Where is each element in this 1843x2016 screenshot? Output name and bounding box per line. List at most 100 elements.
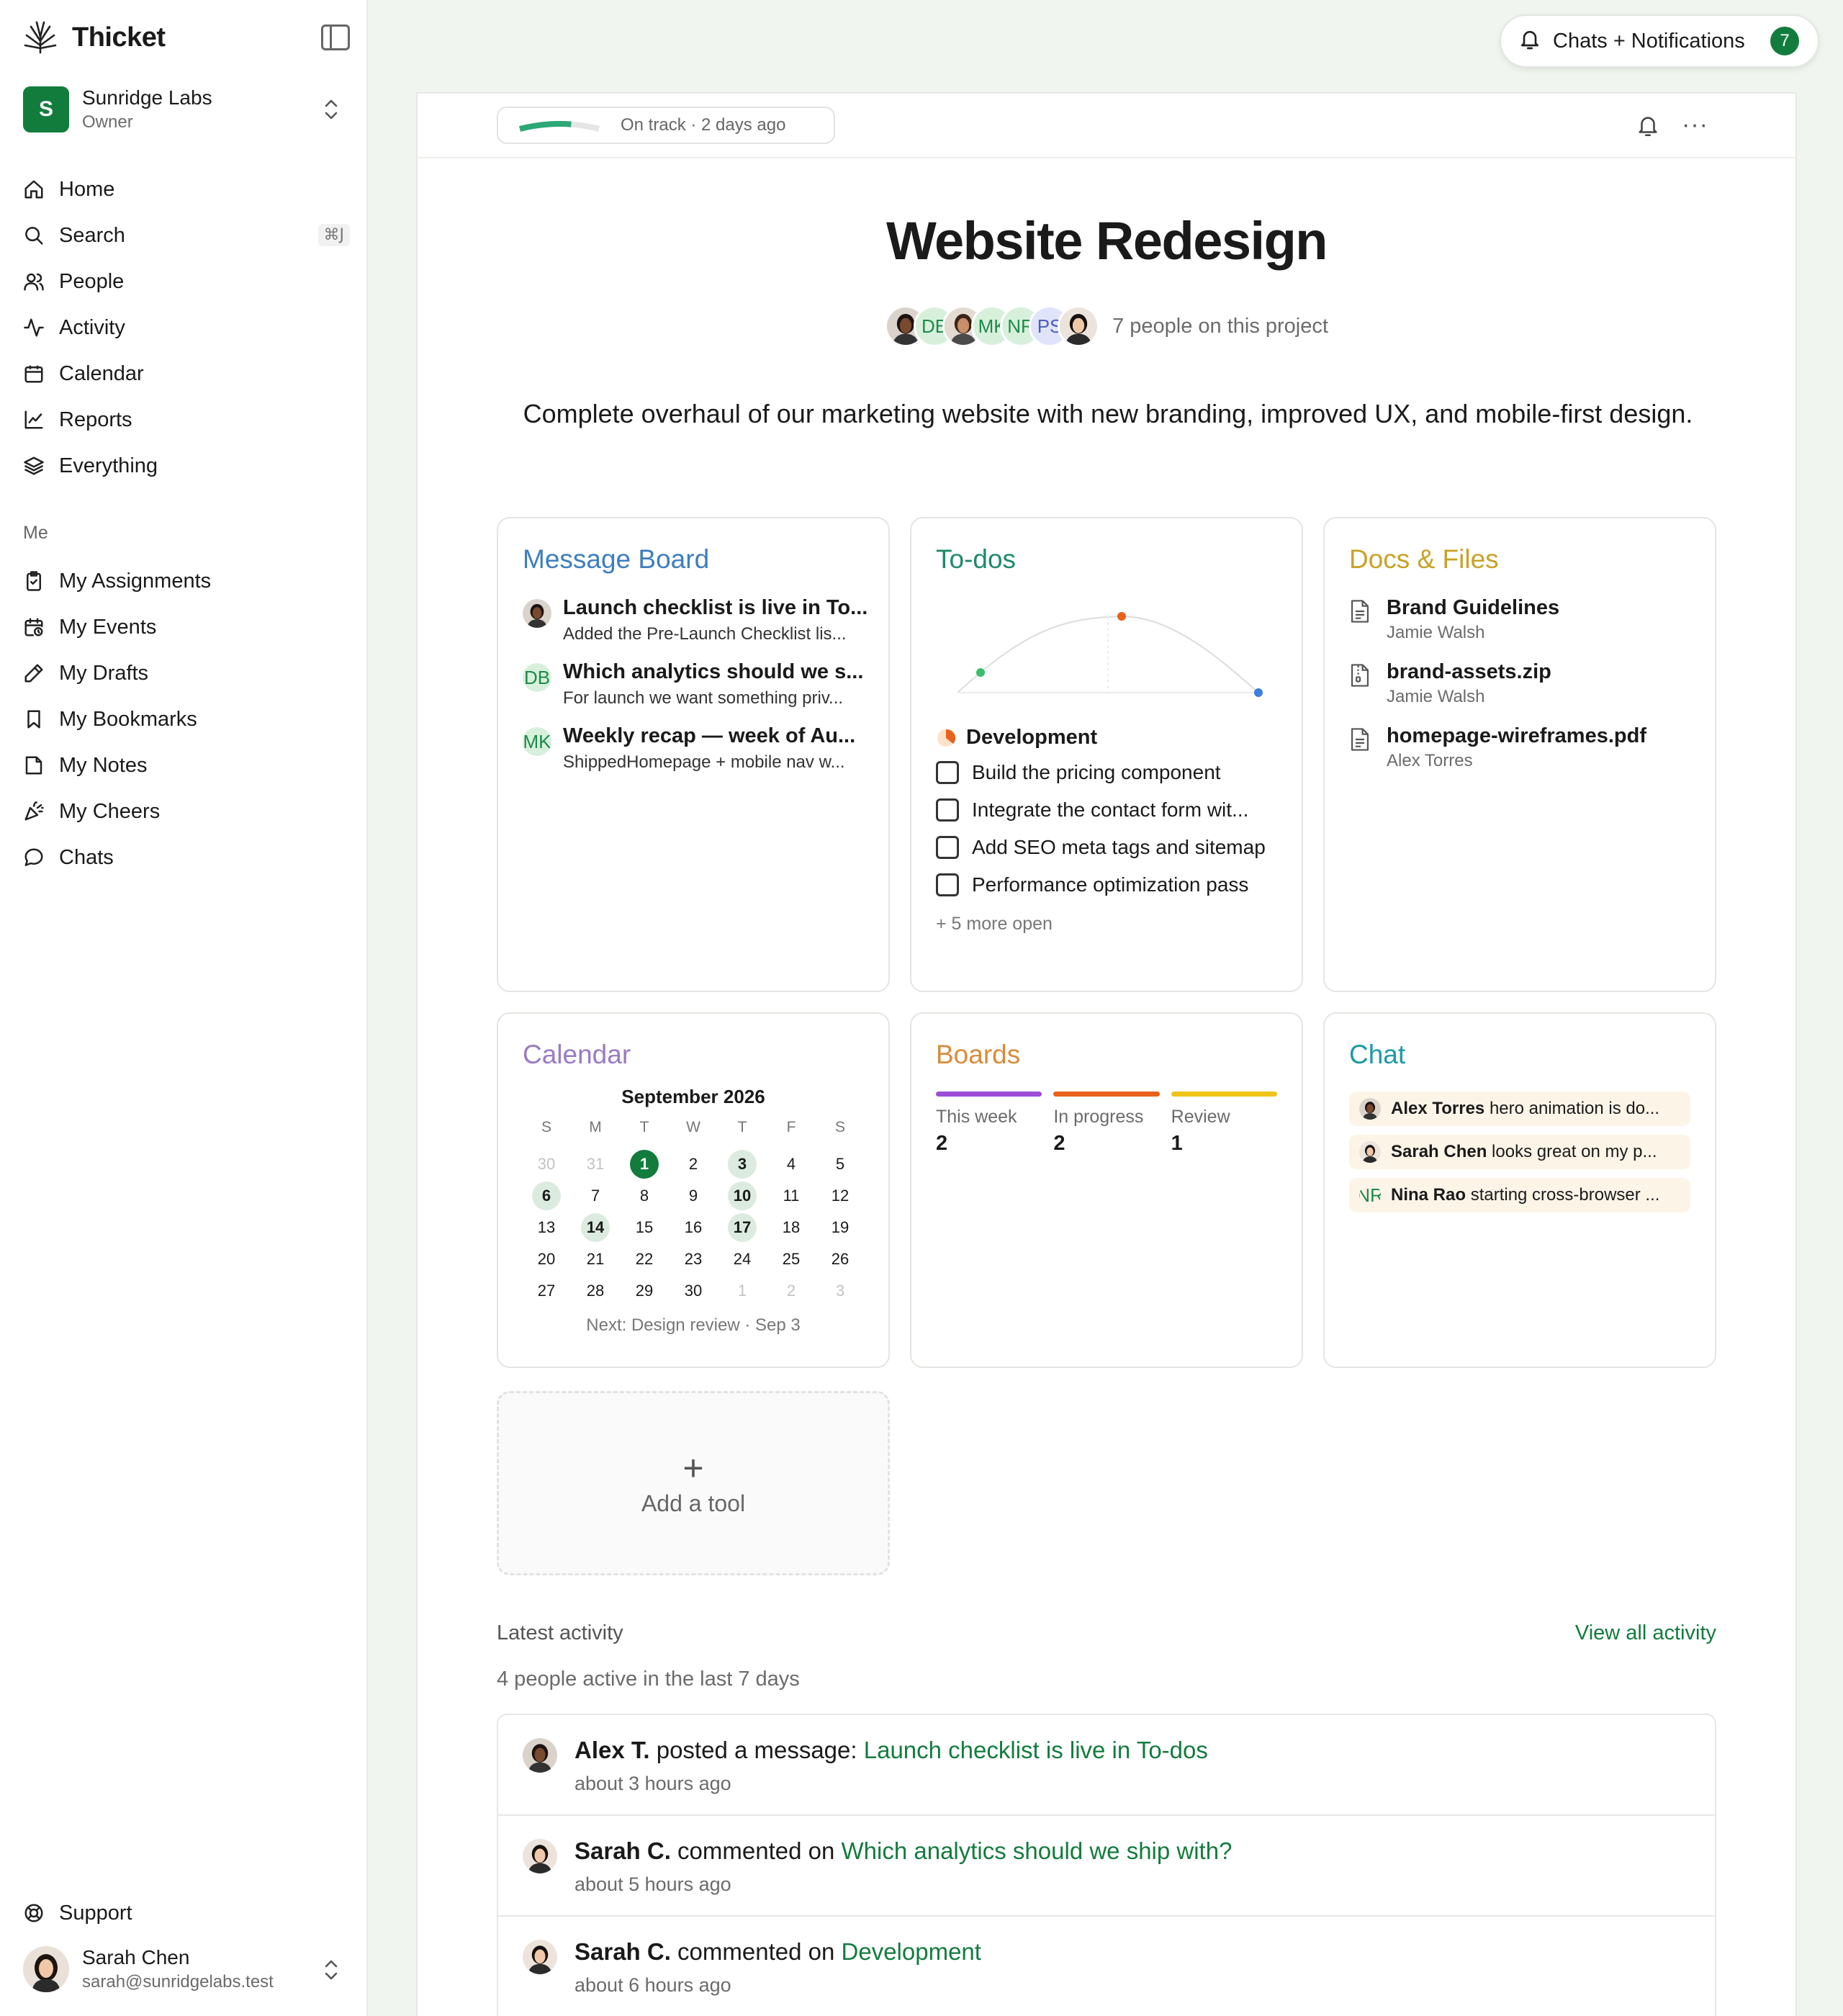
board-column[interactable]: In progress 2: [1053, 1092, 1160, 1156]
calendar-day[interactable]: 28: [571, 1275, 620, 1307]
todo-checkbox[interactable]: [936, 798, 959, 822]
nav-my-cheers[interactable]: My Cheers: [22, 788, 353, 834]
project-bell-icon[interactable]: [1636, 114, 1660, 142]
calendar-day[interactable]: 7: [571, 1180, 620, 1212]
calendar-day[interactable]: 30: [522, 1148, 571, 1180]
nav-my-bookmarks[interactable]: My Bookmarks: [22, 696, 353, 742]
board-column[interactable]: Review 1: [1171, 1092, 1277, 1156]
activity-target-link[interactable]: Which analytics should we ship with?: [842, 1837, 1233, 1864]
calendar-day[interactable]: 9: [669, 1180, 718, 1212]
calendar-day[interactable]: 24: [718, 1243, 767, 1275]
thicket-logo-icon: [22, 19, 59, 56]
nav-my-events[interactable]: My Events: [22, 604, 353, 650]
calendar-day[interactable]: 25: [767, 1243, 816, 1275]
activity-action: posted a message:: [649, 1737, 864, 1763]
org-switcher[interactable]: S Sunridge Labs Owner: [23, 86, 347, 132]
nav-everything[interactable]: Everything: [22, 443, 353, 489]
calendar-day[interactable]: 20: [522, 1243, 571, 1275]
nav-my-assignments[interactable]: My Assignments: [22, 558, 353, 604]
calendar-day[interactable]: 17: [718, 1212, 767, 1243]
calendar-day[interactable]: 16: [669, 1212, 718, 1243]
calendar-day[interactable]: 14: [571, 1212, 620, 1243]
tool-message-board[interactable]: Message Board Launch checklist is live i…: [497, 517, 890, 992]
calendar-day[interactable]: 2: [767, 1275, 816, 1307]
file-item[interactable]: brand-assets.zip Jamie Walsh: [1349, 660, 1690, 707]
calendar-day[interactable]: 29: [620, 1275, 669, 1307]
tool-title: Message Board: [523, 544, 710, 574]
nav-chats[interactable]: Chats: [22, 834, 353, 881]
nav-people[interactable]: People: [22, 258, 353, 305]
progress-pie-icon: [937, 729, 956, 747]
calendar-day[interactable]: 4: [767, 1148, 816, 1180]
calendar-day[interactable]: 13: [522, 1212, 571, 1243]
status-pill[interactable]: On track · 2 days ago: [497, 107, 835, 144]
calendar-day[interactable]: 12: [816, 1180, 865, 1212]
calendar-day[interactable]: 21: [571, 1243, 620, 1275]
calendar-day[interactable]: 19: [816, 1212, 865, 1243]
calendar-day[interactable]: 23: [669, 1243, 718, 1275]
board-column[interactable]: This week 2: [936, 1092, 1042, 1156]
list-item[interactable]: Launch checklist is live in To... Added t…: [523, 596, 868, 644]
chats-notifications-button[interactable]: Chats + Notifications 7: [1500, 14, 1819, 68]
tool-todos[interactable]: To-dos Development Build the pricing com…: [910, 517, 1303, 992]
hill-dot[interactable]: [1254, 688, 1263, 697]
chat-message[interactable]: Sarah Chen looks great on my p...: [1349, 1135, 1690, 1169]
activity-target-link[interactable]: Development: [842, 1938, 981, 1965]
nav-home[interactable]: Home: [22, 166, 353, 212]
calendar-day[interactable]: 5: [816, 1148, 865, 1180]
activity-row[interactable]: Sarah C. commented on Development about 6…: [498, 1917, 1715, 2016]
todo-checkbox[interactable]: [936, 873, 959, 896]
hill-dot[interactable]: [976, 668, 985, 677]
tool-docs-files[interactable]: Docs & Files Brand Guidelines Jamie Walsh…: [1323, 517, 1716, 992]
nav-calendar[interactable]: Calendar: [22, 351, 353, 397]
calendar-day[interactable]: 10: [718, 1180, 767, 1212]
hill-dot[interactable]: [1117, 612, 1126, 621]
calendar-day[interactable]: 1: [620, 1148, 669, 1180]
calendar-day[interactable]: 15: [620, 1212, 669, 1243]
project-people[interactable]: DB MK NR PS 7 people on this project: [418, 305, 1795, 347]
activity-row[interactable]: Sarah C. commented on Which analytics sh…: [498, 1816, 1715, 1917]
activity-target-link[interactable]: Launch checklist is live in To-dos: [864, 1737, 1208, 1763]
more-options-icon[interactable]: ···: [1682, 112, 1708, 137]
file-item[interactable]: Brand Guidelines Jamie Walsh: [1349, 596, 1690, 643]
calendar-day[interactable]: 3: [718, 1148, 767, 1180]
nav-my-notes[interactable]: My Notes: [22, 742, 353, 788]
view-all-activity-link[interactable]: View all activity: [1575, 1621, 1716, 1645]
more-open-link[interactable]: + 5 more open: [936, 914, 1277, 935]
calendar-day[interactable]: 31: [571, 1148, 620, 1180]
list-item[interactable]: DB Which analytics should we s... For laun…: [523, 660, 864, 708]
tool-chat[interactable]: Chat Alex Torres hero animation is do...…: [1323, 1012, 1716, 1368]
calendar-day[interactable]: 2: [669, 1148, 718, 1180]
todo-checkbox[interactable]: [936, 761, 959, 784]
sidebar-toggle-icon[interactable]: [321, 24, 350, 50]
calendar-day[interactable]: 18: [767, 1212, 816, 1243]
calendar-day[interactable]: 1: [718, 1275, 767, 1307]
brand[interactable]: Thicket: [22, 19, 166, 56]
calendar-day[interactable]: 30: [669, 1275, 718, 1307]
calendar-day[interactable]: 8: [620, 1180, 669, 1212]
calendar-day[interactable]: 22: [620, 1243, 669, 1275]
nav-activity[interactable]: Activity: [22, 305, 353, 351]
nav-search[interactable]: Search ⌘J: [22, 212, 353, 258]
nav-my-drafts[interactable]: My Drafts: [22, 650, 353, 696]
list-item[interactable]: MK Weekly recap — week of Au... ShippedHom…: [523, 724, 864, 773]
avatar[interactable]: [1058, 305, 1100, 347]
chat-message[interactable]: NR Nina Rao starting cross-browser ...: [1349, 1178, 1690, 1212]
nav-support[interactable]: Support: [22, 1890, 353, 1936]
todo-checkbox[interactable]: [936, 836, 959, 859]
calendar-day[interactable]: 11: [767, 1180, 816, 1212]
chat-message[interactable]: Alex Torres hero animation is do...: [1349, 1092, 1690, 1126]
tool-boards[interactable]: Boards This week 2 In progress 2 Review 1: [910, 1012, 1303, 1368]
todo-group[interactable]: Development: [936, 726, 1277, 750]
activity-time: about 3 hours ago: [574, 1773, 731, 1794]
nav-reports[interactable]: Reports: [22, 397, 353, 443]
calendar-day[interactable]: 6: [522, 1180, 571, 1212]
tool-calendar[interactable]: Calendar September 2026 S M T W T F S 30 31 1 2 3 4 5…: [497, 1012, 890, 1368]
calendar-day[interactable]: 27: [522, 1275, 571, 1307]
user-menu[interactable]: Sarah Chen sarah@sunridgelabs.test: [23, 1944, 347, 1994]
calendar-day[interactable]: 26: [816, 1243, 865, 1275]
calendar-day[interactable]: 3: [816, 1275, 865, 1307]
file-item[interactable]: homepage-wireframes.pdf Alex Torres: [1349, 724, 1690, 771]
add-tool-button[interactable]: + Add a tool: [497, 1391, 890, 1575]
activity-row[interactable]: Alex T. posted a message: Launch checkli…: [498, 1715, 1715, 1816]
